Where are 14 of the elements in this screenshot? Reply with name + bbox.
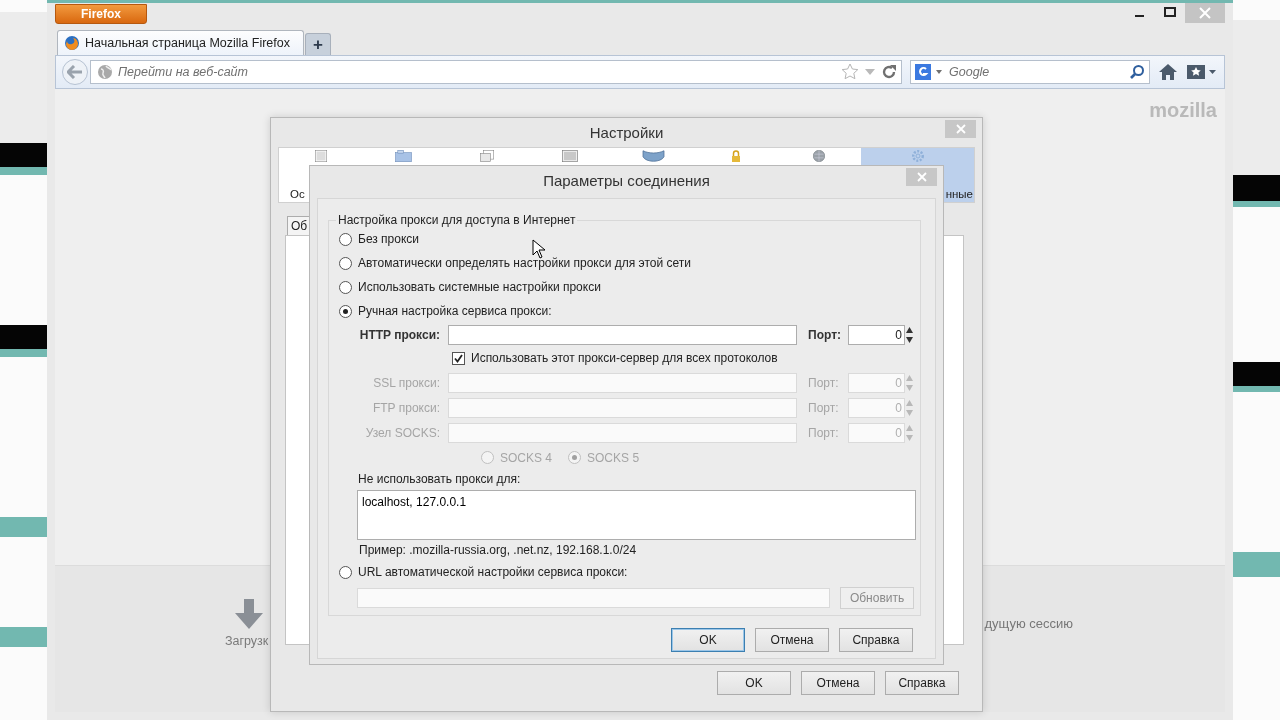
field-label: Порт: xyxy=(808,400,840,415)
field-label: HTTP прокси: xyxy=(358,327,440,342)
dialog-title: Настройки xyxy=(589,124,664,141)
dialog-title: Параметры соединения xyxy=(543,172,710,189)
field-label: Не использовать прокси для: xyxy=(357,471,522,488)
hint-text: Пример: .mozilla-russia.org, .net.nz, 192.168.1.0/24 xyxy=(358,542,638,559)
group-label: Настройка прокси для доступа в Интернет xyxy=(337,213,577,227)
field-label: Порт: xyxy=(808,375,840,390)
field-label: Порт: xyxy=(808,327,842,342)
field-label: SSL прокси: xyxy=(372,375,440,390)
tab-title: Начальная страница Mozilla Firefox xyxy=(85,36,290,50)
field-label: Узел SOCKS: xyxy=(364,425,440,440)
field-label: Порт: xyxy=(808,425,840,440)
field-label: FTP прокси: xyxy=(371,400,440,415)
